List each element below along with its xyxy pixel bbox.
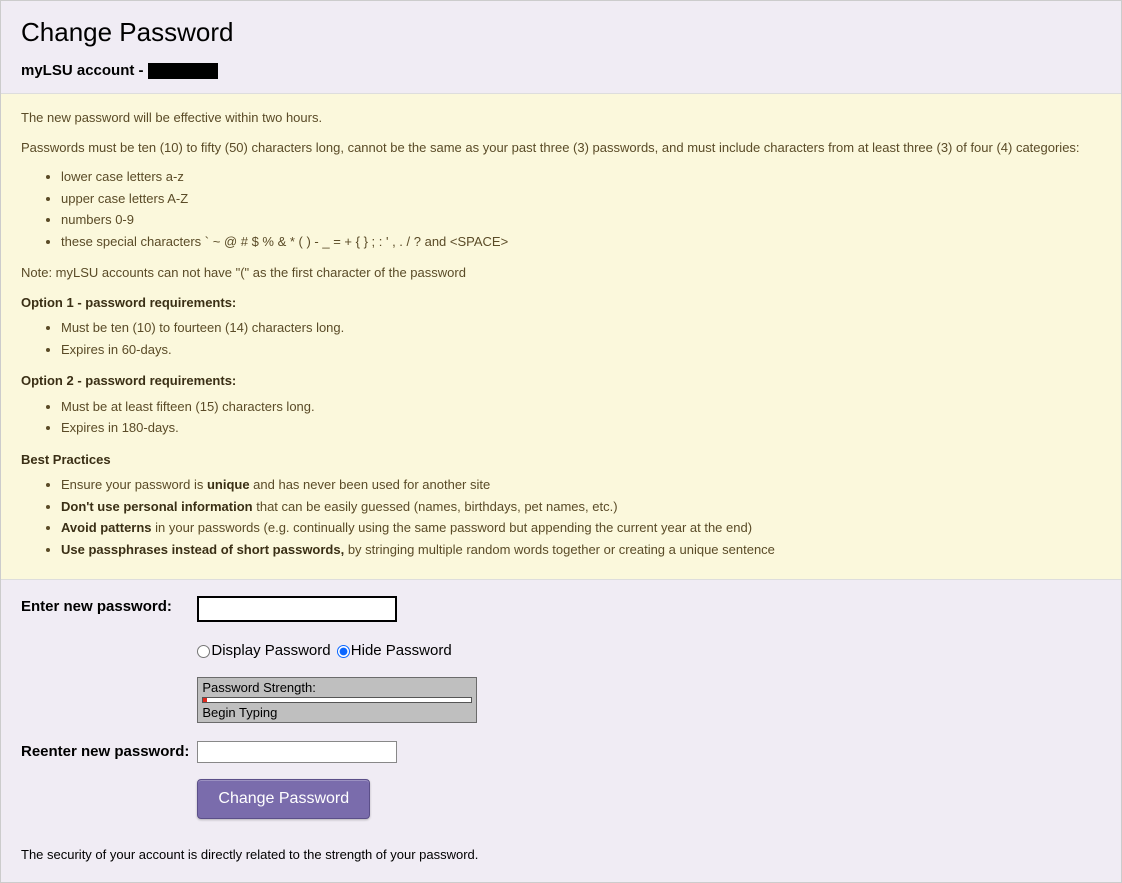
option2-list: Must be at least fifteen (15) characters… (21, 397, 1101, 438)
best-bold: Don't use personal information (61, 499, 253, 514)
category-list: lower case letters a-z upper case letter… (21, 167, 1101, 251)
page-title: Change Password (21, 17, 1101, 48)
display-password-label: Display Password (211, 642, 330, 659)
category-item: lower case letters a-z (61, 167, 1101, 187)
option1-item: Must be ten (10) to fourteen (14) charac… (61, 318, 1101, 338)
category-item: upper case letters A-Z (61, 189, 1101, 209)
option2-item: Expires in 180-days. (61, 418, 1101, 438)
account-subtitle: myLSU account - (21, 62, 1101, 79)
best-bold: unique (207, 477, 250, 492)
display-password-radio[interactable] (197, 645, 210, 658)
best-bold: Use passphrases instead of short passwor… (61, 542, 344, 557)
rules-line: Passwords must be ten (10) to fifty (50)… (21, 138, 1101, 158)
best-item: Ensure your password is unique and has n… (61, 475, 1101, 495)
account-prefix: myLSU account - (21, 62, 144, 79)
hide-password-label: Hide Password (351, 642, 452, 659)
strength-title: Password Strength: (202, 680, 472, 695)
best-item: Don't use personal information that can … (61, 497, 1101, 517)
option1-item: Expires in 60-days. (61, 340, 1101, 360)
category-item: these special characters ` ~ @ # $ % & *… (61, 232, 1101, 252)
strength-meter (202, 697, 472, 703)
strength-meter-fill (203, 698, 207, 702)
best-text: that can be easily guessed (names, birth… (253, 499, 618, 514)
redacted-username (148, 63, 218, 79)
note-line: Note: myLSU accounts can not have "(" as… (21, 263, 1101, 283)
best-text: Ensure your password is (61, 477, 207, 492)
display-password-option[interactable]: Display Password (197, 642, 334, 659)
best-item: Avoid patterns in your passwords (e.g. c… (61, 518, 1101, 538)
footer-note: The security of your account is directly… (21, 847, 1101, 862)
hide-password-option[interactable]: Hide Password (337, 642, 452, 659)
best-bold: Avoid patterns (61, 520, 152, 535)
form-area: Enter new password: Display Password Hid… (1, 580, 1121, 882)
option1-heading: Option 1 - password requirements: (21, 293, 1101, 313)
enter-password-label: Enter new password: (21, 592, 197, 737)
strength-status: Begin Typing (202, 705, 472, 720)
reenter-password-input[interactable] (197, 741, 397, 763)
intro-line: The new password will be effective withi… (21, 108, 1101, 128)
option1-list: Must be ten (10) to fourteen (14) charac… (21, 318, 1101, 359)
best-item: Use passphrases instead of short passwor… (61, 540, 1101, 560)
instructions-panel: The new password will be effective withi… (1, 93, 1121, 580)
change-password-button[interactable]: Change Password (197, 779, 370, 819)
hide-password-radio[interactable] (337, 645, 350, 658)
best-practices-heading: Best Practices (21, 450, 1101, 470)
option2-item: Must be at least fifteen (15) characters… (61, 397, 1101, 417)
category-item: numbers 0-9 (61, 210, 1101, 230)
best-text: by stringing multiple random words toget… (344, 542, 775, 557)
new-password-input[interactable] (197, 596, 397, 622)
best-text: and has never been used for another site (250, 477, 491, 492)
best-text: in your passwords (e.g. continually usin… (152, 520, 753, 535)
reenter-password-label: Reenter new password: (21, 737, 197, 767)
option2-heading: Option 2 - password requirements: (21, 371, 1101, 391)
password-strength-box: Password Strength: Begin Typing (197, 677, 477, 723)
best-practices-list: Ensure your password is unique and has n… (21, 475, 1101, 559)
